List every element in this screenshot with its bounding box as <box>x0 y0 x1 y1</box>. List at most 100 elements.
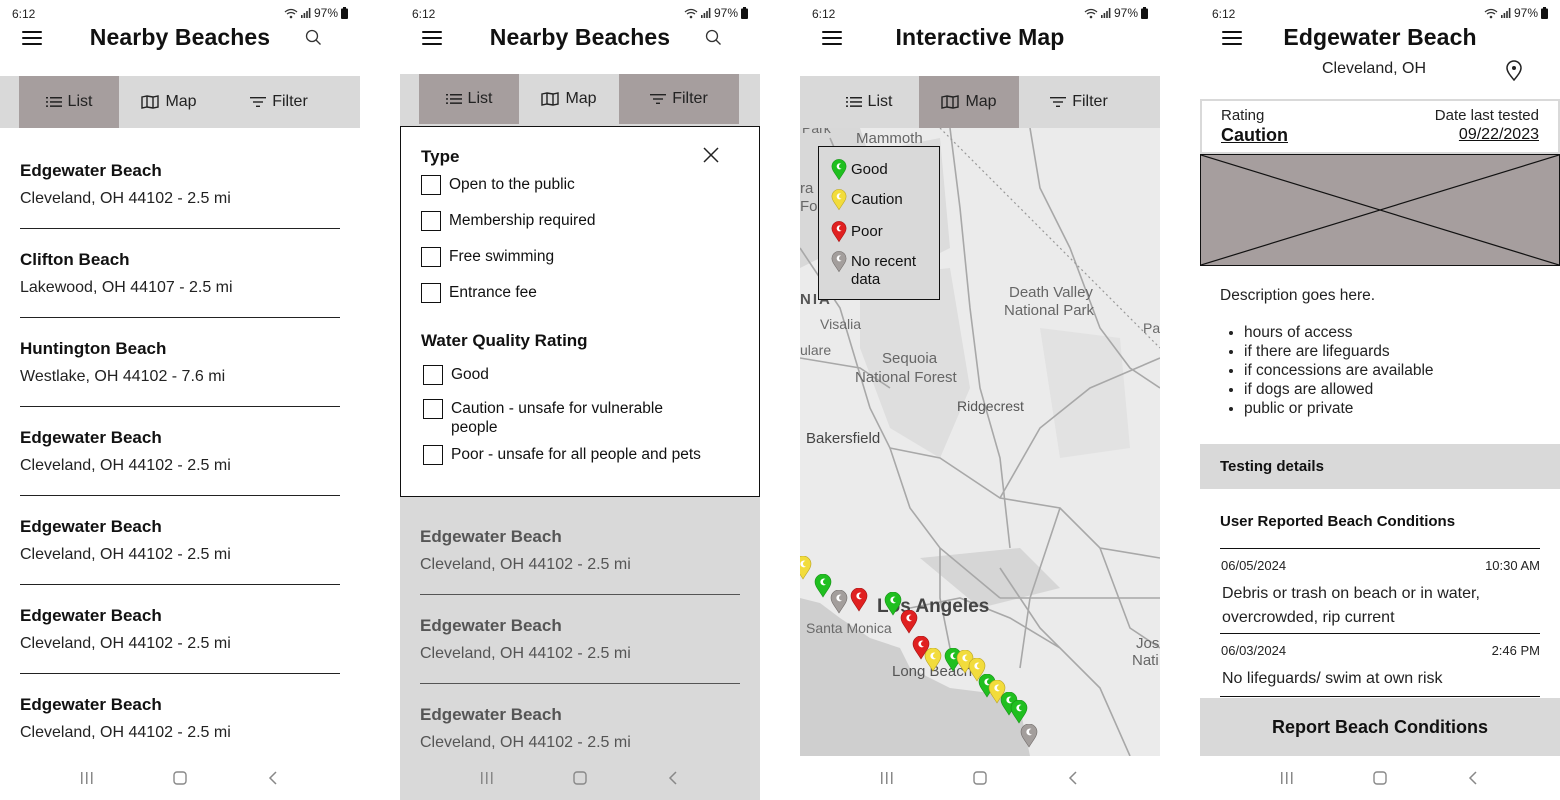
screen-interactive-map: 6:12 97% Interactive Map List Map Filter <box>800 0 1160 800</box>
map-pin-poor[interactable] <box>850 588 868 612</box>
list-item[interactable]: Clifton Beach Lakewood, OH 44107 - 2.5 mi <box>20 229 340 318</box>
search-icon[interactable] <box>704 28 724 48</box>
map-pin-poor[interactable] <box>900 610 918 634</box>
checkbox[interactable] <box>421 247 441 267</box>
back-button[interactable] <box>253 763 293 793</box>
map-pin-caution[interactable] <box>800 556 812 580</box>
caution-pin-icon <box>831 189 847 211</box>
checkbox[interactable] <box>421 175 441 195</box>
map-pin-caution[interactable] <box>924 648 942 672</box>
filter-option-open-public[interactable]: Open to the public <box>421 175 739 195</box>
tab-list[interactable]: List <box>819 76 919 128</box>
view-tabs: List Map Filter <box>800 76 1160 128</box>
filter-option-good[interactable]: Good <box>423 365 739 385</box>
tab-list[interactable]: List <box>19 76 119 128</box>
checkbox[interactable] <box>421 211 441 231</box>
map-label: Visalia <box>820 316 861 332</box>
legend-item-no-data: No recent data <box>831 251 939 289</box>
legend-label: Good <box>851 161 888 178</box>
list-icon <box>445 94 462 104</box>
map-pin-no-data[interactable] <box>830 590 848 614</box>
map-pin-good[interactable] <box>1010 700 1028 724</box>
beach-address: Cleveland, OH 44102 - 2.5 mi <box>20 190 231 207</box>
checkbox[interactable] <box>423 365 443 385</box>
signal-icon <box>700 8 711 18</box>
legend-label: No recent data <box>851 253 917 288</box>
list-icon <box>45 97 62 107</box>
page-title: Edgewater Beach <box>1283 24 1477 50</box>
beach-address: Cleveland, OH 44102 - 2.5 mi <box>20 546 231 563</box>
legend-item-poor: Poor <box>831 221 939 243</box>
beach-name: Edgewater Beach <box>420 616 562 635</box>
map-view[interactable]: Park Mammoth ra I Fo NIA Visalia ulare S… <box>800 128 1160 756</box>
map-pin-no-data[interactable] <box>1020 724 1038 748</box>
battery-icon <box>341 7 348 19</box>
checkbox[interactable] <box>421 283 441 303</box>
home-button[interactable] <box>1360 763 1400 793</box>
battery-icon <box>741 7 748 19</box>
list-item[interactable]: Edgewater Beach Cleveland, OH 44102 - 2.5… <box>20 140 340 229</box>
back-button[interactable] <box>1453 763 1493 793</box>
report-beach-conditions-button[interactable]: Report Beach Conditions <box>1200 698 1560 756</box>
filter-option-free-swimming[interactable]: Free swimming <box>421 247 739 267</box>
tab-map[interactable]: Map <box>919 76 1019 128</box>
checkbox[interactable] <box>423 399 443 419</box>
option-label: Membership required <box>449 212 596 229</box>
feature-item: if concessions are available <box>1244 361 1540 380</box>
home-button[interactable] <box>960 763 1000 793</box>
filter-option-membership[interactable]: Membership required <box>421 211 739 231</box>
recent-apps-icon <box>1280 772 1293 784</box>
filter-option-caution[interactable]: Caution - unsafe for vulnerable people <box>423 399 739 437</box>
status-time: 6:12 <box>812 7 836 21</box>
tab-filter[interactable]: Filter <box>619 74 739 124</box>
search-icon[interactable] <box>304 28 324 48</box>
list-item[interactable]: Edgewater Beach Cleveland, OH 44102 - 2.5… <box>420 506 740 595</box>
report-time: 2:46 PM <box>1491 643 1540 658</box>
recent-apps-icon <box>80 772 93 784</box>
location-pin-icon[interactable] <box>1504 60 1524 82</box>
recent-apps-button[interactable] <box>1267 763 1307 793</box>
beach-address: Westlake, OH 44102 - 7.6 mi <box>20 368 226 385</box>
tab-filter[interactable]: Filter <box>1019 76 1139 128</box>
beach-address: Cleveland, OH 44102 - 2.5 mi <box>20 724 231 741</box>
system-nav-bar <box>0 756 360 800</box>
home-button[interactable] <box>560 763 600 793</box>
list-item[interactable]: Edgewater Beach Cleveland, OH 44102 - 2.5… <box>420 595 740 684</box>
tab-filter[interactable]: Filter <box>219 76 339 128</box>
home-icon <box>573 771 587 785</box>
report-date: 06/03/2024 <box>1221 643 1287 658</box>
app-bar: Nearby Beaches <box>0 22 360 58</box>
recent-apps-button[interactable] <box>867 763 907 793</box>
tab-label: Filter <box>672 90 708 107</box>
recent-apps-button[interactable] <box>67 763 107 793</box>
testing-details-section[interactable]: Testing details <box>1200 444 1560 489</box>
status-time: 6:12 <box>12 7 36 21</box>
checkbox[interactable] <box>423 445 443 465</box>
tab-list[interactable]: List <box>419 74 519 124</box>
list-item[interactable]: Edgewater Beach Cleveland, OH 44102 - 2.5… <box>20 585 340 674</box>
screen-filter: 6:12 97% Nearby Beaches List Map Filter … <box>400 0 760 800</box>
back-button[interactable] <box>1053 763 1093 793</box>
app-bar: Edgewater Beach <box>1200 22 1560 58</box>
home-button[interactable] <box>160 763 200 793</box>
back-icon <box>669 771 677 785</box>
beach-name: Edgewater Beach <box>20 695 162 714</box>
view-tabs: List Map Filter <box>400 74 760 124</box>
filter-option-poor[interactable]: Poor - unsafe for all people and pets <box>423 445 739 465</box>
list-item[interactable]: Edgewater Beach Cleveland, OH 44102 - 2.5… <box>20 496 340 585</box>
poor-pin-icon <box>831 221 847 243</box>
tab-map[interactable]: Map <box>519 74 619 124</box>
tab-map[interactable]: Map <box>119 76 219 128</box>
close-icon[interactable] <box>701 145 721 165</box>
map-label: Ridgecrest <box>957 398 1024 414</box>
map-label: Mammoth <box>856 130 923 147</box>
recent-apps-button[interactable] <box>467 763 507 793</box>
filter-option-entrance-fee[interactable]: Entrance fee <box>421 283 739 303</box>
quality-heading: Water Quality Rating <box>421 331 588 350</box>
list-item[interactable]: Huntington Beach Westlake, OH 44102 - 7.6… <box>20 318 340 407</box>
rating-value[interactable]: Caution <box>1221 125 1288 146</box>
list-item[interactable]: Edgewater Beach Cleveland, OH 44102 - 2.5… <box>20 407 340 496</box>
date-tested-value[interactable]: 09/22/2023 <box>1459 126 1539 144</box>
list-item[interactable]: Edgewater Beach Cleveland, OH 44102 - 2.5… <box>20 674 340 763</box>
back-button[interactable] <box>653 763 693 793</box>
